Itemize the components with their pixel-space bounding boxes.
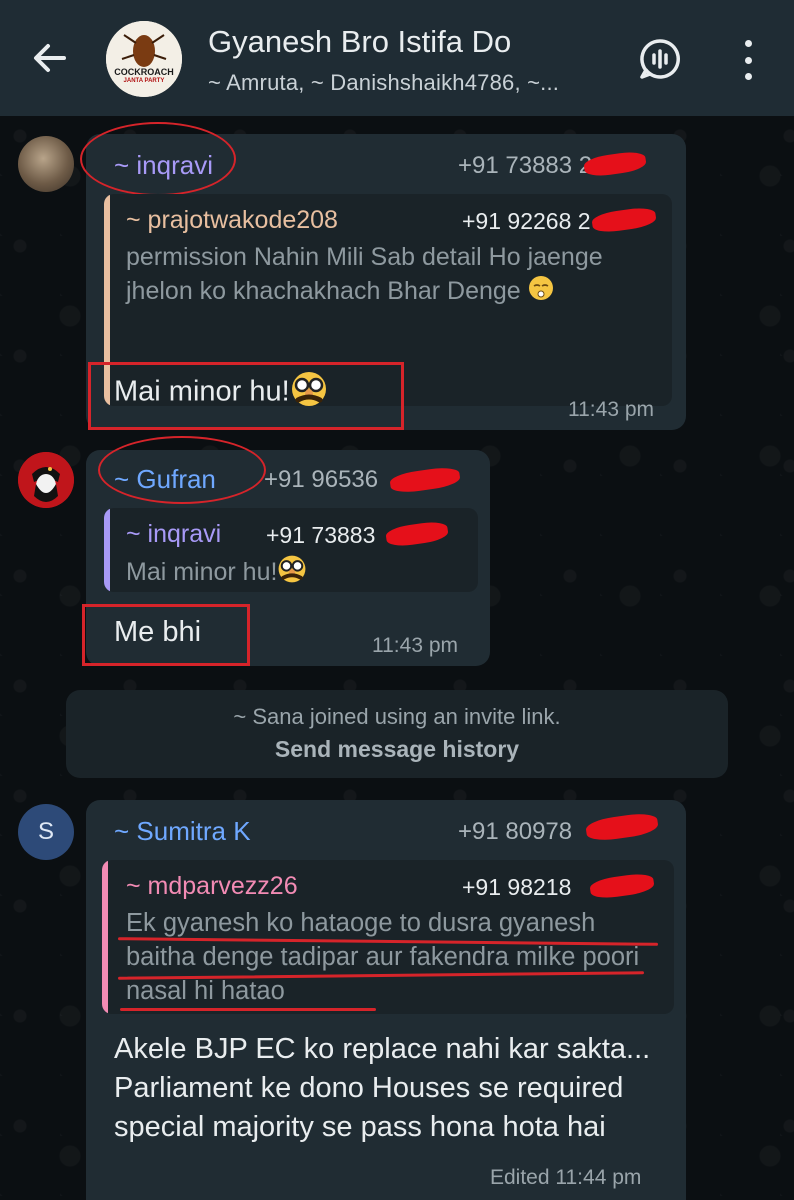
message-text: Akele BJP EC ko replace nahi kar sakta..… [114, 1033, 651, 1143]
annotation-underline [120, 1008, 376, 1011]
more-dot-icon [744, 73, 752, 80]
redaction-mark [582, 149, 648, 179]
quote-bar [102, 860, 108, 1014]
sleepy-face-icon [528, 275, 554, 310]
sender-name[interactable]: ~ Sumitra K [114, 816, 251, 847]
redaction-mark [588, 871, 656, 901]
message-time: 11:43 pm [372, 634, 458, 657]
redaction-mark [590, 205, 658, 235]
chat-header: COCKROACH JANTA PARTY Gyanesh Bro Istifa… [0, 0, 794, 116]
quote-phone: +91 92268 2 [462, 208, 591, 234]
system-text: ~ Sana joined using an invite link. [233, 704, 561, 729]
quote-phone: +91 73883 [266, 522, 376, 548]
group-members[interactable]: ~ Amruta, ~ Danishshaikh4786, ~... [208, 70, 559, 96]
overflow-menu-button[interactable] [734, 38, 762, 82]
avatar-letter: S [37, 818, 54, 845]
message-bubble[interactable]: ~ Sumitra K +91 80978 ~ mdparvezz26 +91 … [86, 800, 686, 1200]
back-button[interactable] [24, 32, 76, 84]
back-arrow-icon [34, 44, 66, 72]
portrait-icon [18, 452, 74, 508]
message-bubble[interactable]: ~ inqravi +91 73883 2 ~ prajotwakode208 … [80, 122, 686, 430]
group-avatar[interactable]: COCKROACH JANTA PARTY [106, 21, 182, 97]
message-time: 11:43 pm [568, 398, 654, 421]
voice-chat-button[interactable] [638, 37, 682, 81]
quote-sender: ~ mdparvezz26 [126, 872, 298, 900]
message-time: Edited 11:44 pm [490, 1166, 642, 1189]
redaction-mark [384, 519, 450, 549]
quote-text: Mai minor hu! [126, 554, 307, 592]
send-message-history-link[interactable]: Send message history [66, 736, 728, 763]
quote-bar [104, 508, 110, 592]
sender-phone: +91 96536 [264, 466, 379, 493]
avatar-sumitra[interactable]: S [18, 804, 74, 860]
message-bubble[interactable]: ~ Gufran +91 96536 ~ inqravi +91 73883 M… [82, 436, 490, 666]
cockroach-logo-icon [106, 21, 182, 97]
annotation-box [82, 604, 250, 666]
quoted-message[interactable]: ~ inqravi +91 73883 Mai minor hu! [104, 508, 478, 592]
voice-chat-icon [640, 39, 680, 79]
avatar-gufran[interactable] [18, 452, 74, 508]
sender-phone: +91 73883 2 [458, 152, 593, 179]
more-dot-icon [744, 56, 752, 64]
quote-sender: ~ prajotwakode208 [126, 206, 338, 234]
quote-text: Ek gyanesh ko hataoge to dusra gyanesh b… [126, 909, 640, 1005]
redaction-mark [388, 465, 462, 495]
annotation-box [88, 362, 404, 430]
annotation-circle [98, 436, 266, 504]
quote-sender: ~ inqravi [126, 520, 222, 548]
disguised-face-icon [277, 554, 307, 592]
logo-text: COCKROACH [114, 67, 174, 77]
sender-phone: +91 80978 [458, 818, 573, 845]
redaction-mark [584, 811, 660, 843]
annotation-circle [80, 122, 236, 196]
group-title[interactable]: Gyanesh Bro Istifa Do [208, 24, 511, 60]
quote-text: permission Nahin Mili Sab detail Ho jaen… [126, 240, 626, 310]
more-dot-icon [744, 40, 752, 47]
system-message: ~ Sana joined using an invite link. Send… [66, 690, 728, 778]
quote-phone: +91 98218 [462, 874, 572, 900]
logo-subtext: JANTA PARTY [123, 78, 165, 84]
avatar-inqravi[interactable] [18, 136, 74, 192]
